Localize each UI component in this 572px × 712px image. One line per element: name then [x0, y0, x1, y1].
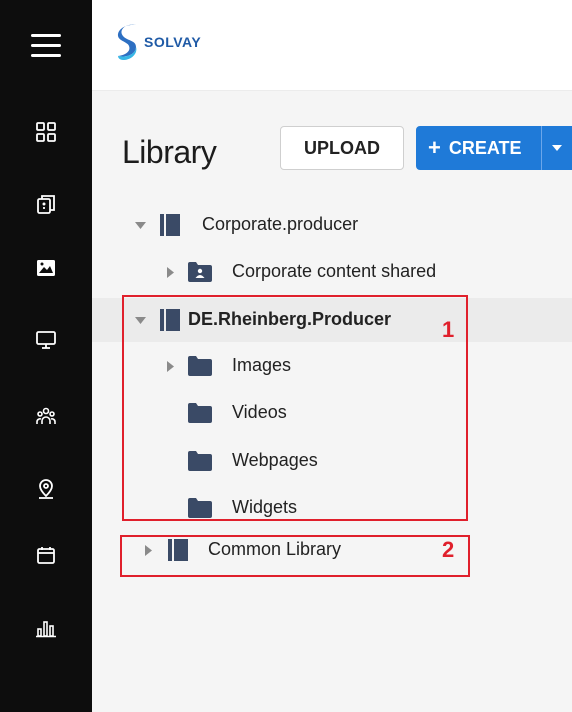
copy-icon[interactable]: [34, 192, 58, 216]
brand-logo[interactable]: SOLVAY: [114, 22, 201, 62]
tree-label: Corporate.producer: [202, 214, 359, 234]
annotation-box-1: [122, 295, 468, 521]
menu-icon[interactable]: [31, 34, 61, 58]
brand-name: SOLVAY: [144, 34, 202, 50]
chevron-down-icon: [552, 145, 562, 151]
chart-icon[interactable]: [34, 616, 58, 640]
annotation-box-2: [120, 535, 470, 577]
image-icon[interactable]: [34, 256, 58, 280]
create-button[interactable]: + CREATE: [416, 126, 572, 170]
tree-item-corporate-content-shared[interactable]: Corporate content shared: [92, 250, 572, 294]
caret-right-icon[interactable]: [164, 266, 176, 278]
upload-button[interactable]: UPLOAD: [280, 126, 404, 170]
library-panel: Library UPLOAD + CREATE Corporate.produc…: [92, 91, 572, 712]
annotation-number-2: 2: [442, 537, 455, 562]
create-dropdown-toggle[interactable]: [541, 126, 572, 170]
caret-down-icon[interactable]: [134, 219, 146, 231]
page-title: Library: [122, 134, 217, 170]
calendar-icon[interactable]: [34, 543, 58, 567]
location-icon[interactable]: [34, 477, 58, 501]
annotation-number-1: 1: [442, 317, 455, 342]
tree-label: Corporate content shared: [232, 261, 437, 281]
dashboard-icon[interactable]: [34, 120, 58, 144]
create-button-label: CREATE: [448, 137, 522, 158]
library-icon: [160, 214, 180, 236]
solvay-logo-icon: [117, 24, 137, 60]
users-icon[interactable]: [34, 404, 58, 428]
monitor-icon[interactable]: [34, 328, 58, 352]
shared-folder-icon: [188, 262, 212, 282]
top-header: SOLVAY: [92, 0, 572, 91]
tree-item-corporate-producer[interactable]: Corporate.producer: [92, 203, 572, 247]
plus-icon: +: [428, 135, 441, 160]
left-rail: [0, 0, 92, 712]
